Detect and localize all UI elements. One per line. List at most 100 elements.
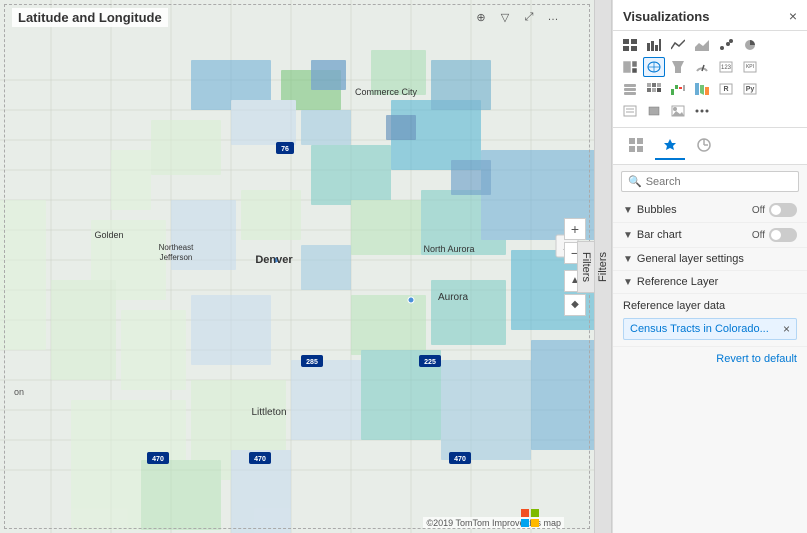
viz-fields-tab[interactable] bbox=[621, 132, 651, 160]
bubbles-chevron: ▼ bbox=[623, 205, 633, 216]
zoom-in-button[interactable]: + bbox=[564, 218, 586, 240]
filters-sidebar-tab[interactable]: Filters bbox=[594, 0, 612, 533]
viz-row-2: 123 KPI bbox=[619, 57, 801, 77]
viz-icon-python[interactable]: Py bbox=[739, 79, 761, 99]
viz-icon-ribbon[interactable] bbox=[691, 79, 713, 99]
svg-text:470: 470 bbox=[152, 456, 164, 463]
map-expand-icon[interactable]: ⤢ bbox=[520, 8, 538, 26]
revert-to-default-button[interactable]: Revert to default bbox=[716, 353, 797, 365]
viz-icon-r-visual[interactable]: R bbox=[715, 79, 737, 99]
svg-text:on: on bbox=[14, 387, 24, 397]
bar-chart-toggle-control: Off bbox=[752, 228, 797, 242]
viz-format-tabs bbox=[613, 128, 807, 165]
search-box[interactable]: 🔍 bbox=[621, 171, 799, 192]
panel-scroll-content: ▼ Bubbles Off ▼ Bar chart Off ▼ Gene bbox=[613, 198, 807, 533]
search-icon: 🔍 bbox=[628, 175, 642, 188]
map-focus-icon[interactable]: ⊕ bbox=[472, 8, 490, 26]
bar-chart-section-row[interactable]: ▼ Bar chart Off bbox=[613, 223, 807, 248]
svg-text:225: 225 bbox=[424, 359, 436, 366]
viz-icon-kpi[interactable]: KPI bbox=[739, 57, 761, 77]
bubbles-toggle[interactable] bbox=[769, 203, 797, 217]
bar-chart-value: Off bbox=[752, 230, 765, 241]
viz-icon-table[interactable] bbox=[619, 35, 641, 55]
visualizations-panel: Visualizations × bbox=[612, 0, 807, 533]
viz-icon-funnel[interactable] bbox=[667, 57, 689, 77]
svg-text:Commerce City: Commerce City bbox=[355, 87, 418, 97]
svg-text:Golden: Golden bbox=[94, 230, 123, 240]
viz-icon-text[interactable] bbox=[619, 101, 641, 121]
viz-icon-gauge[interactable] bbox=[691, 57, 713, 77]
viz-row-1 bbox=[619, 35, 801, 55]
map-container: Latitude and Longitude ⊕ ▽ ⤢ … bbox=[0, 0, 594, 533]
viz-analytics-tab[interactable] bbox=[689, 132, 719, 160]
census-chip: Census Tracts in Colorado... × bbox=[623, 318, 797, 340]
viz-row-4 bbox=[619, 101, 801, 121]
viz-icon-bar[interactable] bbox=[643, 35, 665, 55]
census-chip-close-button[interactable]: × bbox=[783, 322, 790, 336]
census-chip-text: Census Tracts in Colorado... bbox=[630, 323, 779, 335]
viz-format-tab[interactable] bbox=[655, 132, 685, 160]
svg-text:Aurora: Aurora bbox=[438, 292, 468, 303]
reference-layer-content: Reference layer data Census Tracts in Co… bbox=[613, 294, 807, 347]
panel-header: Visualizations × bbox=[613, 0, 807, 31]
bubbles-section-row[interactable]: ▼ Bubbles Off bbox=[613, 198, 807, 223]
filters-tab-label: Filters bbox=[597, 252, 609, 282]
viz-icon-pie[interactable] bbox=[739, 35, 761, 55]
viz-icon-image[interactable] bbox=[667, 101, 689, 121]
viz-icon-scatter[interactable] bbox=[715, 35, 737, 55]
search-input[interactable] bbox=[646, 176, 792, 188]
bar-chart-label: Bar chart bbox=[637, 229, 752, 241]
svg-text:KPI: KPI bbox=[746, 64, 754, 70]
svg-text:North Aurora: North Aurora bbox=[423, 244, 474, 254]
bar-chart-chevron: ▼ bbox=[623, 230, 633, 241]
viz-icon-map[interactable] bbox=[643, 57, 665, 77]
bubbles-toggle-control: Off bbox=[752, 203, 797, 217]
microsoft-logo bbox=[521, 509, 539, 527]
bar-chart-toggle[interactable] bbox=[769, 228, 797, 242]
svg-text:Jefferson: Jefferson bbox=[160, 253, 193, 262]
svg-text:Littleton: Littleton bbox=[251, 407, 286, 418]
viz-icon-matrix[interactable] bbox=[643, 79, 665, 99]
general-layer-chevron: ▼ bbox=[623, 254, 633, 265]
map-title: Latitude and Longitude bbox=[12, 8, 168, 27]
viz-icon-shape[interactable] bbox=[643, 101, 665, 121]
map-copyright: ©2019 TomTom Improve this map bbox=[423, 517, 564, 529]
viz-icons-grid: 123 KPI R Py bbox=[613, 31, 807, 128]
svg-text:470: 470 bbox=[454, 456, 466, 463]
map-filter-icon[interactable]: ▽ bbox=[496, 8, 514, 26]
svg-text:Py: Py bbox=[746, 86, 755, 93]
svg-text:R: R bbox=[723, 86, 728, 93]
locate-button[interactable]: ◆ bbox=[564, 294, 586, 316]
revert-section: Revert to default bbox=[613, 347, 807, 371]
bubbles-toggle-thumb bbox=[771, 205, 781, 215]
viz-icon-card[interactable]: 123 bbox=[715, 57, 737, 77]
map-svg: 76 470 470 470 225 285 Commerce City Gol… bbox=[0, 0, 594, 533]
viz-icon-area[interactable] bbox=[691, 35, 713, 55]
svg-text:123: 123 bbox=[721, 65, 732, 71]
bubbles-value: Off bbox=[752, 205, 765, 216]
reference-layer-chevron: ▼ bbox=[623, 277, 633, 288]
viz-icon-line[interactable] bbox=[667, 35, 689, 55]
ref-data-label: Reference layer data bbox=[623, 300, 797, 312]
filters-tab[interactable]: Filters bbox=[577, 241, 594, 293]
bar-chart-toggle-thumb bbox=[771, 230, 781, 240]
viz-icon-more[interactable] bbox=[691, 101, 713, 121]
viz-icon-slicer[interactable] bbox=[619, 79, 641, 99]
svg-text:Denver: Denver bbox=[255, 254, 293, 266]
svg-text:Northeast: Northeast bbox=[159, 243, 194, 252]
map-more-icon[interactable]: … bbox=[544, 8, 562, 26]
reference-layer-row[interactable]: ▼ Reference Layer bbox=[613, 271, 807, 294]
map-toolbar: ⊕ ▽ ⤢ … bbox=[472, 8, 562, 26]
svg-text:76: 76 bbox=[281, 146, 289, 153]
panel-title: Visualizations bbox=[623, 9, 709, 24]
panel-close-button[interactable]: × bbox=[789, 8, 797, 24]
svg-text:470: 470 bbox=[254, 456, 266, 463]
viz-icon-waterfall[interactable] bbox=[667, 79, 689, 99]
general-layer-settings-row[interactable]: ▼ General layer settings bbox=[613, 248, 807, 271]
viz-icon-treemap[interactable] bbox=[619, 57, 641, 77]
general-layer-label: General layer settings bbox=[637, 253, 797, 265]
reference-layer-label: Reference Layer bbox=[637, 276, 797, 288]
bubbles-label: Bubbles bbox=[637, 204, 752, 216]
viz-row-3: R Py bbox=[619, 79, 801, 99]
svg-text:285: 285 bbox=[306, 359, 318, 366]
